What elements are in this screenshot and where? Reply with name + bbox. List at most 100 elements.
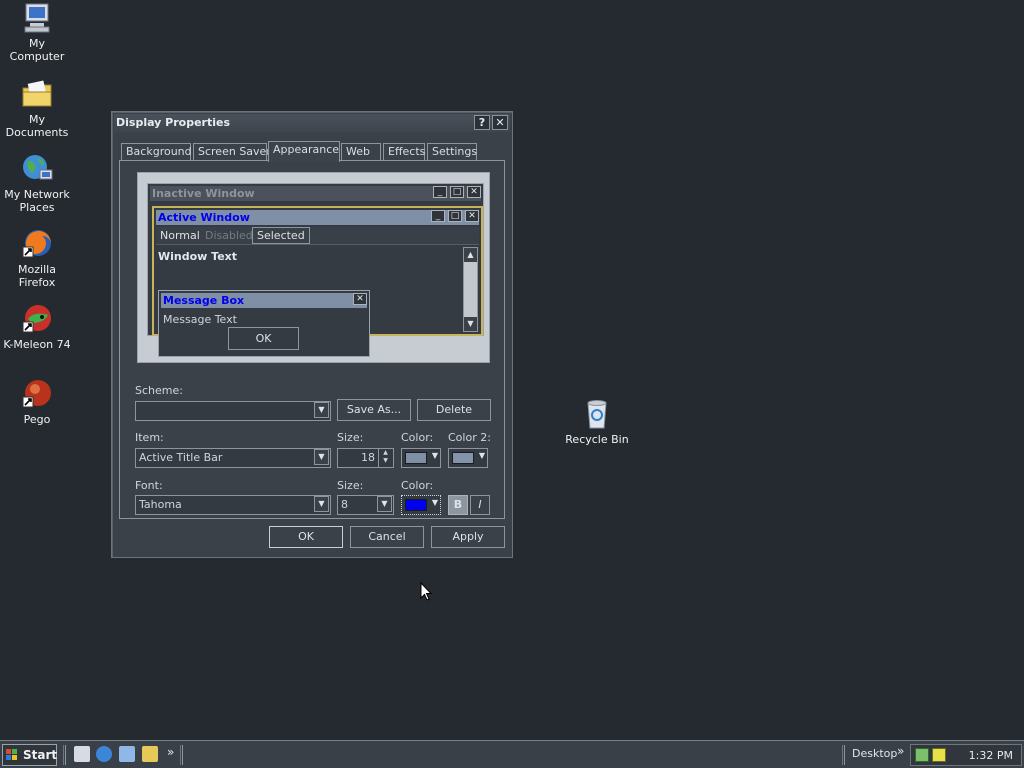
font-color-button[interactable]: ▼ (401, 495, 441, 515)
start-button[interactable]: Start (2, 744, 57, 766)
desktop-icon-mozilla-firefox[interactable]: Mozilla Firefox (0, 228, 74, 289)
close-icon: ✕ (353, 293, 367, 305)
desktop-icon-label: My Documents (5, 113, 69, 139)
desktop-icon-label: Pego (23, 413, 51, 426)
windows-logo-icon (6, 749, 17, 760)
recycle-bin-icon (580, 398, 614, 430)
close-icon: ✕ (465, 210, 479, 222)
item-select[interactable]: Active Title Bar (135, 448, 331, 468)
desktop-icon-my-computer[interactable]: My Computer (0, 2, 74, 63)
item-color-button[interactable]: ▼ (401, 448, 441, 468)
font-size-label: Size: (337, 479, 364, 492)
minimize-icon: _ (433, 186, 447, 198)
taskbar-separator (842, 745, 845, 765)
message-box-title: Message Box (161, 293, 367, 308)
tab-effects[interactable]: Effects (383, 143, 425, 161)
minimize-icon: _ (431, 210, 445, 222)
maximize-icon: □ (448, 210, 462, 222)
start-label: Start (23, 748, 58, 762)
help-button[interactable]: ? (474, 115, 490, 130)
internet-explorer-icon[interactable] (96, 746, 112, 762)
item-size-label: Size: (337, 431, 364, 444)
network-icon (20, 153, 54, 185)
cancel-button[interactable]: Cancel (350, 526, 424, 548)
menu-normal: Normal (160, 229, 200, 242)
taskbar: Start » Desktop » 1:32 PM (0, 740, 1024, 768)
font-color-swatch (405, 499, 427, 511)
item-color-swatch (405, 452, 427, 464)
item-color-label: Color: (401, 431, 434, 444)
computer-icon (20, 2, 54, 34)
inactive-window-title: Inactive Window (150, 186, 481, 201)
windows-explorer-icon[interactable] (142, 746, 158, 762)
spinner-arrows-icon[interactable]: ▲ ▼ (378, 449, 392, 467)
desktop-icon-label: Recycle Bin (565, 433, 629, 446)
clock[interactable]: 1:32 PM (969, 749, 1013, 762)
desktop-icon-label: Mozilla Firefox (18, 263, 56, 289)
scheme-label: Scheme: (135, 384, 183, 397)
chevron-down-icon: ▼ (478, 451, 485, 460)
outlook-express-icon[interactable] (119, 746, 135, 762)
close-button[interactable]: ✕ (492, 115, 508, 130)
dialog-title: Display Properties (116, 116, 231, 129)
tray-app-icon[interactable] (932, 748, 946, 762)
message-text: Message Text (163, 313, 237, 326)
item-color2-label: Color 2: (448, 431, 491, 444)
item-color2-button[interactable]: ▼ (448, 448, 488, 468)
menu-selected: Selected (252, 227, 310, 244)
message-box-ok-button: OK (228, 327, 299, 350)
close-icon: ✕ (467, 186, 481, 198)
desktop-icon-recycle-bin[interactable]: Recycle Bin (560, 398, 634, 446)
mouse-cursor-icon (420, 581, 433, 605)
save-as-button[interactable]: Save As... (337, 399, 411, 421)
italic-button[interactable]: I (470, 495, 490, 515)
chevron-down-icon[interactable]: ▼ (314, 402, 329, 418)
tab-settings[interactable]: Settings (427, 143, 477, 161)
kmeleon-icon (20, 303, 54, 335)
desktop-icon-label: My Computer (9, 37, 65, 63)
preview-menu-bar: Normal Disabled Selected (156, 227, 479, 245)
apply-button[interactable]: Apply (431, 526, 505, 548)
item-color2-swatch (452, 452, 474, 464)
desktop-toolbar-label[interactable]: Desktop (852, 747, 897, 760)
appearance-preview[interactable]: Inactive Window _ □ ✕ Active Window _ □ … (137, 172, 490, 363)
preview-scrollbar: ▲ ▼ (463, 247, 478, 332)
delete-button[interactable]: Delete (417, 399, 491, 421)
font-select[interactable]: Tahoma (135, 495, 331, 515)
taskbar-separator (63, 745, 66, 765)
network-tray-icon[interactable] (915, 748, 929, 762)
system-tray: 1:32 PM (910, 744, 1022, 766)
chevron-down-icon: ▼ (431, 498, 438, 507)
scroll-up-icon: ▲ (464, 248, 477, 262)
pego-icon (20, 378, 54, 410)
chevron-down-icon[interactable]: ▼ (377, 496, 392, 512)
tab-background[interactable]: Background (121, 143, 192, 161)
dialog-titlebar[interactable]: Display Properties ? ✕ (114, 114, 510, 132)
appearance-panel: Inactive Window _ □ ✕ Active Window _ □ … (119, 160, 505, 519)
desktop-icon-my-documents[interactable]: My Documents (0, 78, 74, 139)
chevron-down-icon[interactable]: ▼ (314, 496, 329, 512)
desktop-icon-k-meleon[interactable]: K-Meleon 74 (0, 303, 74, 351)
display-properties-dialog: Display Properties ? ✕ Background Screen… (111, 111, 513, 558)
desktop-toolbar-more-icon[interactable]: » (897, 744, 904, 758)
preview-message-box: Message Box ✕ Message Text OK (158, 290, 370, 357)
show-desktop-icon[interactable] (74, 746, 90, 762)
tab-screen-saver[interactable]: Screen Saver (193, 143, 271, 161)
item-size-value: 18 (361, 451, 375, 464)
tab-appearance[interactable]: Appearance (268, 141, 340, 162)
preview-window-text: Window Text (158, 250, 238, 263)
font-color-label: Color: (401, 479, 434, 492)
bold-button[interactable]: B (448, 495, 468, 515)
desktop-icon-my-network-places[interactable]: My Network Places (0, 153, 74, 214)
ok-button[interactable]: OK (269, 526, 343, 548)
tab-web[interactable]: Web (341, 143, 381, 161)
chevron-down-icon[interactable]: ▼ (314, 449, 329, 465)
item-label: Item: (135, 431, 164, 444)
menu-disabled: Disabled (205, 229, 253, 242)
font-label: Font: (135, 479, 163, 492)
scheme-select[interactable] (135, 401, 331, 421)
desktop-icon-pego[interactable]: Pego (0, 378, 74, 426)
quick-launch-more-icon[interactable]: » (167, 745, 174, 759)
desktop-icon-label: My Network Places (4, 188, 70, 214)
folder-icon (20, 78, 54, 110)
